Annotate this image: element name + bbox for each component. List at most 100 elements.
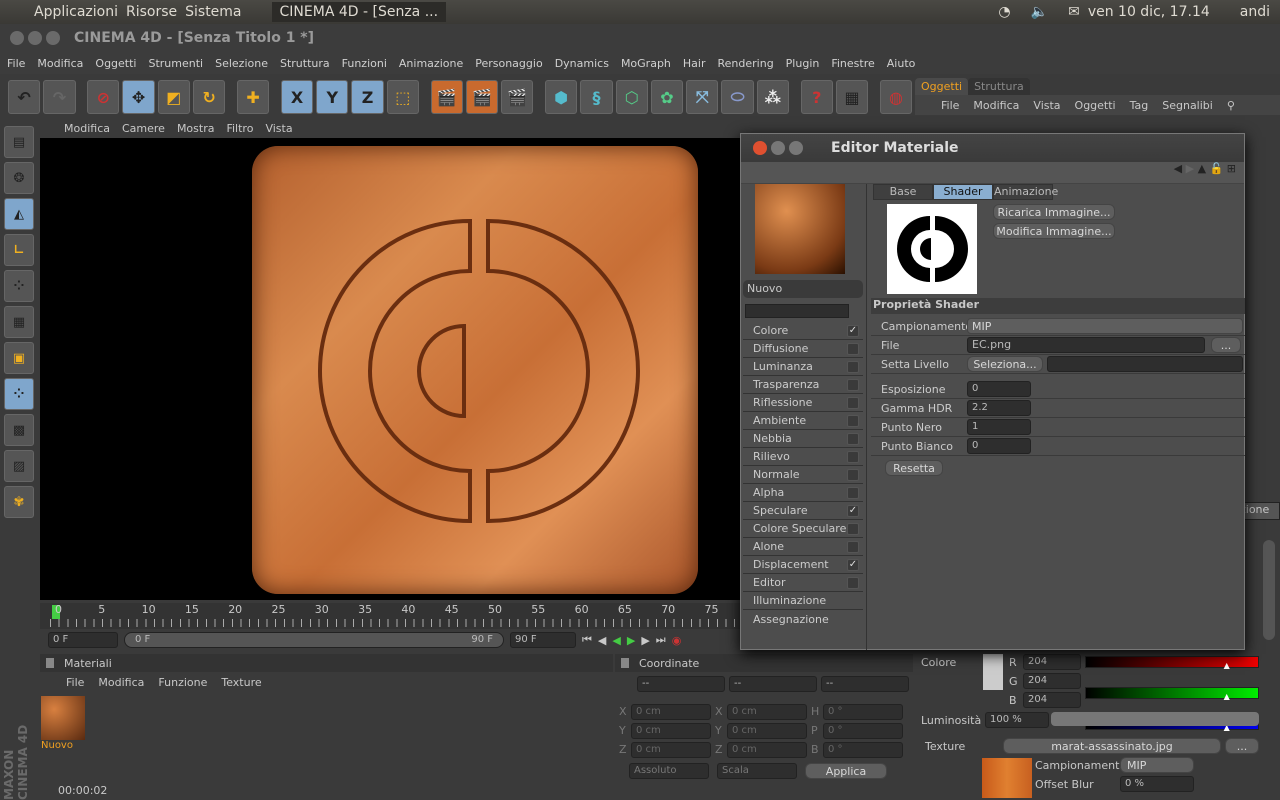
color-swatch[interactable] bbox=[983, 654, 1003, 690]
channel-trasparenza[interactable]: Trasparenza bbox=[743, 376, 863, 394]
channel-ambiente[interactable]: Ambiente bbox=[743, 412, 863, 430]
goto-start-icon[interactable]: ⏮ bbox=[582, 633, 592, 647]
obj-menu-file[interactable]: File bbox=[941, 99, 959, 112]
render-view-icon[interactable]: 🎬 bbox=[430, 80, 463, 114]
coord-field[interactable]: 0 cm bbox=[727, 703, 807, 720]
scale-icon[interactable]: ◩ bbox=[157, 80, 190, 114]
coord-field[interactable]: 0 cm bbox=[727, 722, 807, 739]
editor-titlebar[interactable]: Editor Materiale bbox=[741, 134, 1244, 162]
play-reverse-icon[interactable]: ◀ bbox=[612, 634, 620, 647]
texture-browse-button[interactable]: ... bbox=[1225, 738, 1259, 754]
file-input[interactable]: EC.png bbox=[967, 337, 1205, 353]
deformer-icon[interactable]: ⤧ bbox=[686, 80, 719, 114]
channel-checkbox[interactable] bbox=[847, 415, 859, 427]
channel-checkbox[interactable] bbox=[847, 523, 859, 535]
clock[interactable]: ven 10 dic, 17.14 bbox=[1088, 4, 1210, 20]
slider-handle[interactable]: ▲ bbox=[1224, 692, 1230, 701]
x-axis-icon[interactable]: X bbox=[280, 80, 314, 114]
channel-checkbox[interactable] bbox=[847, 361, 859, 373]
undo-icon[interactable]: ↶ bbox=[8, 80, 41, 114]
channel-checkbox[interactable]: ✓ bbox=[847, 325, 859, 337]
material-name-field[interactable]: Nuovo bbox=[743, 280, 863, 298]
3d-viewport[interactable] bbox=[40, 138, 740, 600]
snap-icon[interactable]: ✾ bbox=[4, 486, 34, 518]
nurbs-icon[interactable]: ⬡ bbox=[615, 80, 648, 114]
edges-mode-icon[interactable]: ▦ bbox=[4, 306, 34, 338]
maximize-button[interactable] bbox=[46, 31, 60, 45]
tab-base[interactable]: Base bbox=[873, 184, 933, 200]
play-icon[interactable]: ▶ bbox=[627, 634, 635, 647]
channel-colore[interactable]: Colore ✓ bbox=[743, 322, 863, 340]
channel-b-field[interactable]: 204 bbox=[1023, 692, 1081, 708]
param-input[interactable]: 1 bbox=[967, 419, 1031, 435]
obj-menu-tag[interactable]: Tag bbox=[1130, 99, 1149, 112]
minimize-button[interactable] bbox=[28, 31, 42, 45]
coord-scale-select[interactable]: Scala bbox=[717, 763, 797, 779]
coord-field[interactable]: 0 ° bbox=[823, 722, 903, 739]
layer-field[interactable] bbox=[1047, 356, 1243, 372]
channel-alone[interactable]: Alone bbox=[743, 538, 863, 556]
material-swatch[interactable]: Nuovo bbox=[41, 696, 87, 752]
channel-g-field[interactable]: 204 bbox=[1023, 673, 1081, 689]
param-input[interactable]: 0 bbox=[967, 381, 1031, 397]
channel-checkbox[interactable]: ✓ bbox=[847, 559, 859, 571]
current-frame-field[interactable]: 0 F bbox=[48, 632, 118, 648]
tex-sampling-select[interactable]: MIP bbox=[1120, 757, 1194, 773]
new-window-icon[interactable]: ⊞ bbox=[1227, 162, 1236, 175]
z-axis-icon[interactable]: Z bbox=[351, 80, 384, 114]
coord-header-position[interactable]: -- bbox=[637, 676, 725, 692]
channel-checkbox[interactable] bbox=[847, 541, 859, 553]
coord-field[interactable]: 0 ° bbox=[823, 703, 903, 720]
back-arrow-icon[interactable]: ◀ bbox=[1174, 162, 1182, 175]
tab-animazione[interactable]: Animazione bbox=[993, 184, 1058, 200]
obj-menu-modifica[interactable]: Modifica bbox=[973, 99, 1019, 112]
channel-r-field[interactable]: 204 bbox=[1023, 654, 1081, 670]
file-browse-button[interactable]: ... bbox=[1211, 337, 1241, 353]
y-axis-icon[interactable]: Y bbox=[316, 80, 349, 114]
polygons-mode-icon[interactable]: ▣ bbox=[4, 342, 34, 374]
offset-blur-field[interactable]: 0 % bbox=[1120, 776, 1194, 792]
channel-g-slider[interactable]: ▲ bbox=[1085, 687, 1259, 701]
channel-checkbox[interactable] bbox=[847, 379, 859, 391]
menu-modifica[interactable]: Modifica bbox=[37, 57, 83, 70]
light-icon[interactable]: ⁂ bbox=[756, 80, 789, 114]
channel-checkbox[interactable] bbox=[847, 577, 859, 589]
menu-hair[interactable]: Hair bbox=[683, 57, 706, 70]
user-name[interactable]: andi bbox=[1240, 4, 1270, 20]
viewport-menu-camere[interactable]: Camere bbox=[122, 122, 165, 135]
channel-alpha[interactable]: Alpha bbox=[743, 484, 863, 502]
param-input[interactable]: 2.2 bbox=[967, 400, 1031, 416]
material-search-field[interactable] bbox=[745, 304, 849, 318]
channel-checkbox[interactable] bbox=[847, 451, 859, 463]
channel-rilievo[interactable]: Rilievo bbox=[743, 448, 863, 466]
lock-icon[interactable]: 🔓 bbox=[1210, 162, 1224, 175]
render-picture-viewer-icon[interactable]: 🎬 bbox=[465, 80, 499, 114]
array-icon[interactable]: ✿ bbox=[650, 80, 684, 114]
channel-luminanza[interactable]: Luminanza bbox=[743, 358, 863, 376]
channel-checkbox[interactable] bbox=[847, 487, 859, 499]
menu-plugin[interactable]: Plugin bbox=[786, 57, 820, 70]
goto-end-icon[interactable]: ⏭ bbox=[656, 633, 666, 647]
checker-icon[interactable]: ▩ bbox=[4, 414, 34, 446]
viewport-menu-modifica[interactable]: Modifica bbox=[64, 122, 110, 135]
brightness-slider[interactable] bbox=[1051, 712, 1259, 726]
model-mode-icon[interactable]: ◭ bbox=[4, 198, 34, 230]
redo-icon[interactable]: ↷ bbox=[43, 80, 76, 114]
scrollbar[interactable] bbox=[1263, 540, 1275, 640]
maximize-button[interactable] bbox=[789, 141, 803, 155]
texture-mode-icon[interactable]: ⁘ bbox=[4, 378, 34, 410]
os-menu-risorse[interactable]: Risorse bbox=[126, 4, 177, 20]
tab-oggetti[interactable]: Oggetti bbox=[915, 78, 969, 95]
points-mode-icon[interactable]: ⁘ bbox=[4, 270, 34, 302]
rotate-icon[interactable]: ↻ bbox=[193, 80, 226, 114]
menu-personaggio[interactable]: Personaggio bbox=[475, 57, 542, 70]
channel-checkbox[interactable] bbox=[847, 343, 859, 355]
select-layer-button[interactable]: Seleziona... bbox=[967, 356, 1043, 372]
mat-menu-modifica[interactable]: Modifica bbox=[98, 676, 144, 689]
menu-rendering[interactable]: Rendering bbox=[718, 57, 774, 70]
mat-menu-funzione[interactable]: Funzione bbox=[158, 676, 207, 689]
reset-button[interactable]: Resetta bbox=[885, 460, 943, 476]
menu-funzioni[interactable]: Funzioni bbox=[342, 57, 387, 70]
coord-field[interactable]: 0 cm bbox=[631, 722, 711, 739]
edit-image-button[interactable]: Modifica Immagine... bbox=[993, 223, 1115, 239]
